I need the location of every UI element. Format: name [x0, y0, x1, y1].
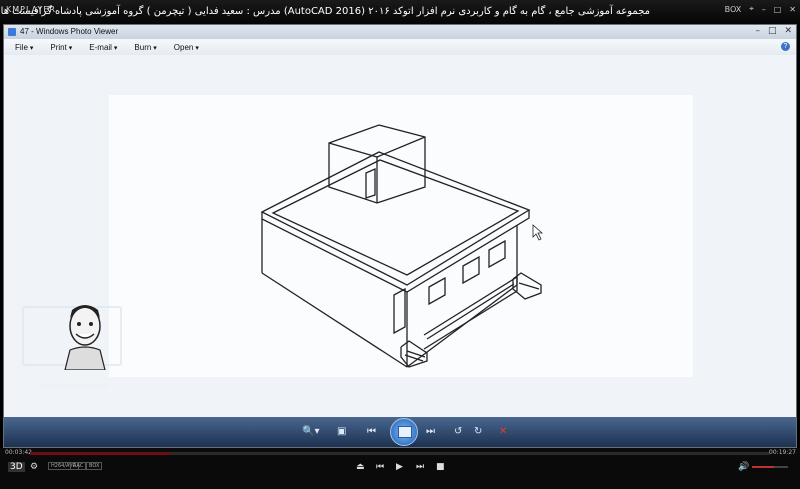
- seek-bar[interactable]: [30, 452, 770, 455]
- maximize-icon[interactable]: □: [774, 5, 782, 14]
- time-total: 00:19:27: [769, 449, 796, 456]
- photo-viewer-titlebar: 47 - Windows Photo Viewer – □ ✕: [4, 25, 796, 39]
- menu-open[interactable]: Open: [174, 43, 199, 52]
- teacher-caricature-logo: [64, 305, 106, 370]
- menu-print[interactable]: Print: [50, 43, 72, 52]
- volume-level: [752, 466, 774, 468]
- image-viewport: [4, 55, 796, 417]
- seek-progress: [30, 452, 171, 455]
- minimize-icon[interactable]: –: [762, 5, 766, 14]
- watermark-url: www.TeacherMan.ir: [40, 382, 109, 390]
- photo-viewer-menubar: File Print E-mail Burn Open ?: [4, 39, 796, 56]
- pin-icon[interactable]: ⌖: [749, 4, 754, 14]
- zoom-icon[interactable]: 🔍▾: [302, 426, 319, 437]
- next-icon[interactable]: ⏭: [416, 462, 424, 472]
- player-title: مجموعه آموزشی جامع ، گام به گام و کاربرد…: [0, 6, 650, 17]
- previous-icon[interactable]: ⏮: [376, 462, 384, 472]
- menu-file[interactable]: File: [15, 43, 33, 52]
- photo-viewer-window: 47 - Windows Photo Viewer – □ ✕ File Pri…: [3, 24, 797, 448]
- rotate-right-icon[interactable]: ↻: [474, 426, 482, 437]
- volume-slider[interactable]: [752, 466, 788, 468]
- close-icon[interactable]: ✕: [789, 5, 796, 14]
- close-icon[interactable]: ✕: [784, 26, 792, 36]
- speaker-icon[interactable]: 🔊: [738, 462, 749, 472]
- settings-icon[interactable]: ⚙: [30, 462, 38, 472]
- play-icon[interactable]: ▶: [396, 462, 403, 472]
- codec-badge-box: BOX: [86, 462, 103, 470]
- stop-icon[interactable]: ■: [436, 462, 445, 472]
- slideshow-button[interactable]: [390, 418, 418, 446]
- codec-badge-audio: AAC: [70, 462, 87, 470]
- time-elapsed: 00:03:42: [5, 449, 32, 456]
- menu-burn[interactable]: Burn: [134, 43, 156, 52]
- rotate-left-icon[interactable]: ↺: [454, 426, 462, 437]
- minimize-icon[interactable]: –: [755, 26, 760, 36]
- box-label[interactable]: BOX: [725, 5, 742, 14]
- eject-icon[interactable]: ⏏: [356, 462, 365, 472]
- previous-icon[interactable]: ⏮: [367, 426, 376, 437]
- slideshow-icon: [398, 426, 412, 438]
- player-window-controls: BOX ⌖ – □ ✕: [725, 4, 796, 14]
- delete-icon[interactable]: ✕: [499, 426, 507, 437]
- mouse-cursor-icon: [532, 224, 544, 241]
- maximize-icon[interactable]: □: [768, 26, 777, 36]
- next-icon[interactable]: ⏭: [426, 426, 435, 437]
- photo-viewer-toolbar: 🔍▾ ▣ ⏮ ⏭ ↺ ↻ ✕: [4, 417, 796, 447]
- 3d-icon[interactable]: 3D: [8, 462, 25, 472]
- player-control-bar: 3D ⚙ H264/AVC AAC BOX ⏏ ⏮ ▶ ⏭ ■ 🔊: [0, 458, 800, 489]
- photo-viewer-title: 47 - Windows Photo Viewer: [20, 27, 119, 36]
- isometric-building-drawing: [260, 124, 544, 368]
- actual-size-icon[interactable]: ▣: [337, 426, 346, 437]
- photo-viewer-window-controls: – □ ✕: [755, 26, 792, 36]
- photo-viewer-app-icon: [8, 28, 16, 36]
- seek-bar-area: 00:03:42 00:19:27: [0, 448, 800, 458]
- building-drawing-image: [109, 95, 693, 377]
- help-icon[interactable]: ?: [781, 42, 790, 51]
- menu-email[interactable]: E-mail: [89, 43, 117, 52]
- player-titlebar: KMPLAYER مجموعه آموزشی جامع ، گام به گام…: [0, 0, 800, 24]
